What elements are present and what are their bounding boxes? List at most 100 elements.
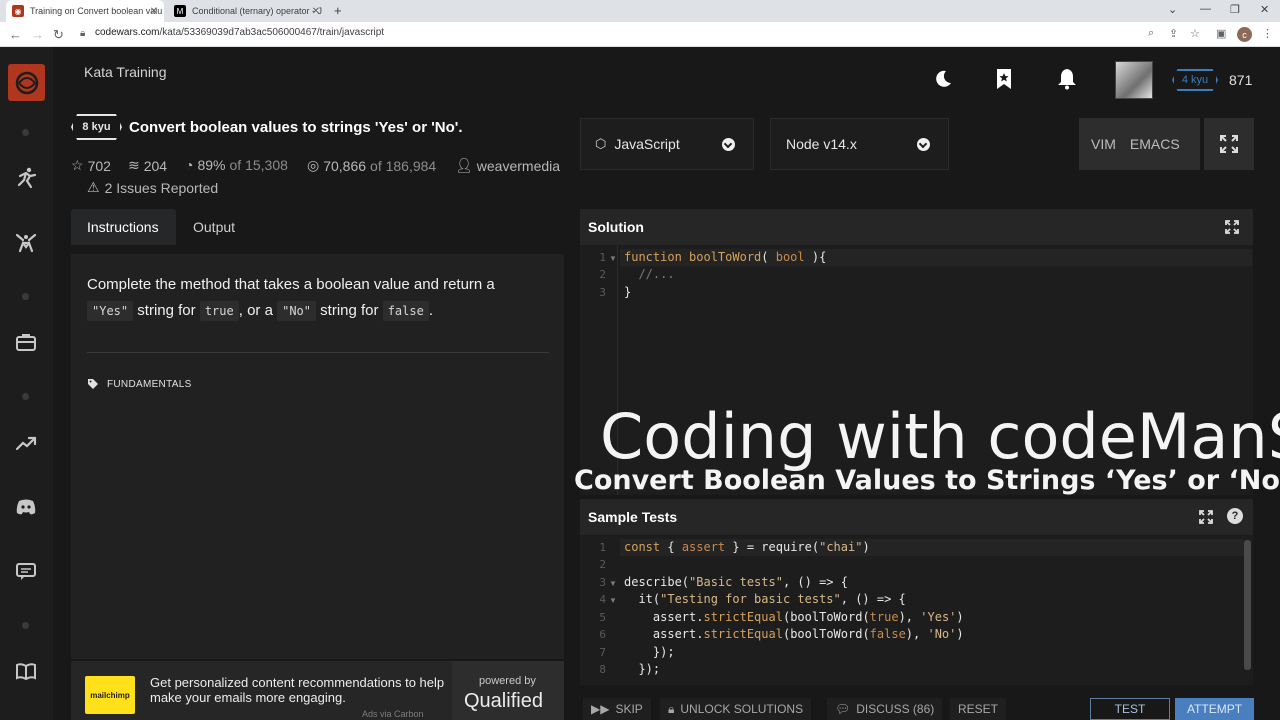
stars-stat[interactable]: ☆ 702 bbox=[71, 157, 111, 174]
zoom-icon[interactable]: ⌕ bbox=[1148, 27, 1154, 40]
close-tab-icon[interactable]: ✕ bbox=[312, 6, 320, 17]
restore-icon[interactable]: ❐ bbox=[1230, 3, 1240, 16]
skip-label: SKIP bbox=[615, 702, 643, 716]
compete-icon[interactable] bbox=[14, 231, 38, 255]
url-field[interactable]: codewars.com/kata/53369039d7ab3ac5060004… bbox=[95, 27, 384, 38]
discuss-button[interactable]: 💬︎ DISCUSS (86) bbox=[827, 698, 943, 720]
forward-icon[interactable]: → bbox=[31, 27, 44, 42]
browser-menu-icon[interactable]: ⋮ bbox=[1262, 27, 1273, 40]
ad-logo-text: mailchimp bbox=[90, 690, 130, 700]
tab-output[interactable]: Output bbox=[177, 209, 251, 245]
code-line: }); bbox=[624, 645, 675, 659]
sample-tests-editor[interactable]: 1 2 3 4 5 6 7 8 ▼ ▼ const { assert } = r… bbox=[580, 535, 1253, 685]
author-stat[interactable]: 👤︎ weavermedia bbox=[455, 157, 560, 174]
code-line: const { assert } = require("chai") bbox=[624, 540, 870, 554]
sidebar bbox=[0, 47, 53, 720]
ad-via[interactable]: Ads via Carbon bbox=[362, 709, 424, 719]
fold-arrow-icon[interactable]: ▼ bbox=[609, 579, 617, 588]
javascript-icon: ⬡ bbox=[595, 136, 607, 151]
skip-button[interactable]: ▶▶ SKIP bbox=[583, 698, 651, 720]
sidebar-divider-dot bbox=[22, 129, 29, 136]
warning-icon: ⚠ bbox=[87, 179, 100, 195]
fullscreen-icon bbox=[1220, 135, 1238, 153]
code-line: }); bbox=[624, 662, 661, 676]
line-number: 3 bbox=[599, 576, 606, 589]
bookmark-icon[interactable] bbox=[992, 67, 1016, 91]
version-select[interactable]: Node v14.x bbox=[770, 118, 949, 170]
sidebar-divider-dot bbox=[22, 293, 29, 300]
expand-icon[interactable] bbox=[1225, 220, 1239, 234]
briefcase-icon[interactable] bbox=[14, 330, 38, 354]
codewars-favicon-icon: ◉ bbox=[12, 5, 24, 17]
instructions-text: Complete the method that takes a boolean… bbox=[87, 272, 527, 324]
completed-total: of 186,984 bbox=[370, 157, 437, 174]
share-icon[interactable]: ⇪ bbox=[1169, 27, 1178, 40]
browser-tab-title: Conditional (ternary) operator - J bbox=[192, 6, 323, 16]
fold-arrow-icon[interactable]: ▼ bbox=[609, 596, 617, 605]
fold-arrow-icon[interactable]: ▼ bbox=[609, 254, 617, 263]
discord-icon[interactable] bbox=[14, 495, 38, 519]
bookmark-star-icon[interactable]: ☆ bbox=[1190, 27, 1200, 40]
attempt-button[interactable]: ATTEMPT bbox=[1175, 698, 1254, 720]
sidebar-divider-dot bbox=[22, 622, 29, 629]
address-bar: ← → ↻ 🔒︎ codewars.com/kata/53369039d7ab3… bbox=[0, 22, 1280, 47]
sidebar-divider-dot bbox=[22, 393, 29, 400]
emacs-mode-button[interactable]: EMACS bbox=[1128, 136, 1192, 152]
inline-code: "Yes" bbox=[87, 301, 134, 321]
collections-stat[interactable]: ≋ 204 bbox=[128, 157, 167, 174]
qualified-logo-text: Qualified bbox=[464, 690, 543, 712]
tag-label: FUNDAMENTALS bbox=[107, 378, 192, 390]
discussion-icon[interactable] bbox=[14, 560, 38, 584]
profile-avatar[interactable]: c bbox=[1237, 27, 1252, 42]
ad-text[interactable]: Get personalized content recommendations… bbox=[150, 675, 446, 705]
fullscreen-button[interactable] bbox=[1204, 118, 1254, 170]
honor-score: 871 bbox=[1229, 72, 1253, 88]
reload-icon[interactable]: ↻ bbox=[53, 27, 64, 43]
expand-icon[interactable] bbox=[1199, 510, 1213, 524]
code-line: assert.strictEqual(boolToWord(true), 'Ye… bbox=[624, 610, 964, 624]
docs-book-icon[interactable] bbox=[14, 659, 38, 683]
unlock-solutions-button[interactable]: 🔒︎ UNLOCK SOLUTIONS bbox=[660, 698, 812, 720]
line-number: 4 bbox=[599, 593, 606, 606]
divider bbox=[87, 352, 549, 353]
mailchimp-logo[interactable]: mailchimp bbox=[85, 676, 135, 714]
browser-tab-active[interactable]: ◉ Training on Convert boolean valu ✕ bbox=[6, 0, 164, 22]
test-button[interactable]: TEST bbox=[1090, 698, 1170, 720]
tests-scrollbar[interactable] bbox=[1244, 540, 1251, 670]
star-icon: ☆ bbox=[71, 157, 84, 173]
user-icon: 👤︎ bbox=[455, 157, 473, 173]
language-select[interactable]: ⬡ JavaScript bbox=[580, 118, 754, 170]
vim-mode-button[interactable]: VIM bbox=[1079, 136, 1128, 152]
browser-tab[interactable]: M Conditional (ternary) operator - J ✕ bbox=[168, 0, 326, 22]
powered-by-qualified[interactable]: powered by Qualified bbox=[452, 661, 564, 720]
author-name: weavermedia bbox=[476, 157, 561, 174]
close-tab-icon[interactable]: ✕ bbox=[150, 6, 158, 17]
sidepanel-icon[interactable]: ▣ bbox=[1216, 27, 1226, 40]
close-window-icon[interactable]: ✕ bbox=[1260, 3, 1269, 16]
help-icon[interactable]: ? bbox=[1227, 508, 1243, 524]
codewars-logo-icon[interactable] bbox=[8, 64, 45, 101]
browser-tab-bar: ◉ Training on Convert boolean valu ✕ M C… bbox=[0, 0, 1280, 22]
version-value: Node v14.x bbox=[786, 136, 857, 152]
line-number: 1 bbox=[599, 541, 606, 554]
reset-button[interactable]: RESET bbox=[950, 698, 1007, 720]
tab-instructions[interactable]: Instructions bbox=[71, 209, 176, 245]
notifications-bell-icon[interactable] bbox=[1055, 67, 1079, 91]
line-number: 6 bbox=[599, 628, 606, 641]
tab-search-icon[interactable]: ⌄ bbox=[1168, 3, 1177, 16]
dark-mode-moon-icon[interactable] bbox=[931, 67, 955, 91]
minimize-icon[interactable]: — bbox=[1200, 3, 1211, 15]
instructions-panel: Complete the method that takes a boolean… bbox=[71, 254, 564, 659]
carbon-ad[interactable]: mailchimp Get personalized content recom… bbox=[71, 661, 564, 720]
instructions-line: Complete the method that takes a boolean… bbox=[87, 276, 495, 293]
lock-icon: 🔒︎ bbox=[668, 701, 675, 716]
user-avatar[interactable] bbox=[1115, 61, 1153, 99]
back-icon[interactable]: ← bbox=[9, 27, 22, 42]
issues-reported[interactable]: ⚠ 2 Issues Reported bbox=[87, 179, 218, 196]
practice-icon[interactable] bbox=[14, 166, 38, 190]
skip-icon: ▶▶ bbox=[591, 702, 610, 716]
new-tab-icon[interactable]: + bbox=[334, 3, 342, 18]
tag-fundamentals[interactable]: FUNDAMENTALS bbox=[87, 372, 192, 396]
leaderboard-trend-icon[interactable] bbox=[14, 431, 38, 455]
line-number: 2 bbox=[599, 268, 606, 281]
